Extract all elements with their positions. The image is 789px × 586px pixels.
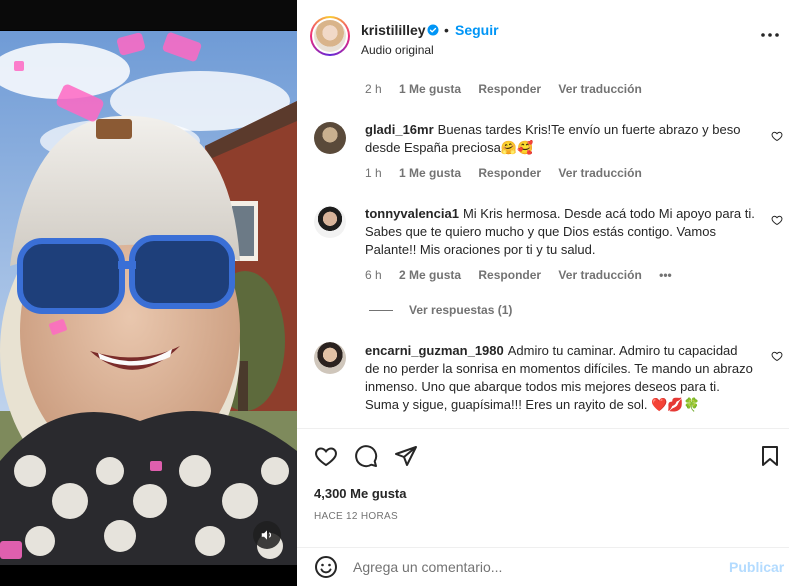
comment-likes[interactable]: 2 Me gusta <box>399 268 461 282</box>
view-replies-label: Ver respuestas (1) <box>409 303 513 317</box>
comment-body: encarni_guzman_1980 Admiro tu caminar. Ad… <box>365 342 755 414</box>
verified-badge-icon <box>427 24 439 36</box>
publish-button[interactable]: Publicar <box>729 559 784 575</box>
post-header: kristililley • Seguir Audio original <box>297 0 789 72</box>
comment-input[interactable] <box>353 556 713 578</box>
translate-button[interactable]: Ver traducción <box>558 82 641 96</box>
comment-like-icon[interactable] <box>771 130 783 142</box>
smiley-icon[interactable] <box>314 555 338 579</box>
comment-meta-row: 2 h 1 Me gusta Responder Ver traducción <box>365 82 656 96</box>
commenter-username[interactable]: tonnyvalencia1 <box>365 206 459 221</box>
replies-divider <box>369 310 393 312</box>
commenter-avatar[interactable] <box>314 206 346 238</box>
comment-likes[interactable]: 1 Me gusta <box>399 82 461 96</box>
add-comment-bar: Publicar <box>297 548 789 586</box>
comment-meta-row: 1 h 1 Me gusta Responder Ver traducción <box>365 166 656 180</box>
speaker-icon <box>261 530 272 540</box>
post-media[interactable] <box>0 0 297 586</box>
reply-button[interactable]: Responder <box>478 268 541 282</box>
post-side-panel: kristililley • Seguir Audio original 2 h… <box>297 0 789 586</box>
comment-bubble-icon[interactable] <box>354 444 378 468</box>
comment-time: 2 h <box>365 82 382 96</box>
commenter-avatar[interactable] <box>314 342 346 374</box>
heart-icon[interactable] <box>314 444 338 468</box>
video-frame[interactable] <box>0 31 297 565</box>
audio-link[interactable]: Audio original <box>361 43 434 57</box>
media-top-bar <box>0 0 297 30</box>
paper-plane-icon[interactable] <box>394 444 418 468</box>
comment-like-icon[interactable] <box>771 350 783 362</box>
mute-toggle-button[interactable] <box>253 521 281 549</box>
bookmark-icon[interactable] <box>758 444 782 468</box>
video-still-image <box>0 31 297 565</box>
commenter-avatar[interactable] <box>314 122 346 154</box>
comment-body: gladi_16mr Buenas tardes Kris!Te envío un… <box>365 121 755 157</box>
comment-body: tonnyvalencia1 Mi Kris hermosa. Desde acá… <box>365 205 755 259</box>
comment-time: 6 h <box>365 268 382 282</box>
comments-list[interactable]: 2 h 1 Me gusta Responder Ver traducción … <box>297 72 789 428</box>
commenter-username[interactable]: encarni_guzman_1980 <box>365 343 504 358</box>
comment-like-icon[interactable] <box>771 214 783 226</box>
more-options-icon[interactable] <box>760 28 780 42</box>
section-divider <box>297 428 789 429</box>
post-actions-bar <box>297 440 789 472</box>
comment-time: 1 h <box>365 166 382 180</box>
reply-button[interactable]: Responder <box>478 166 541 180</box>
author-username[interactable]: kristililley <box>361 22 426 38</box>
follow-button[interactable]: Seguir <box>455 22 499 38</box>
view-replies-button[interactable]: Ver respuestas (1) <box>369 303 512 317</box>
commenter-username[interactable]: gladi_16mr <box>365 122 434 137</box>
translate-button[interactable]: Ver traducción <box>558 268 641 282</box>
translate-button[interactable]: Ver traducción <box>558 166 641 180</box>
comment-likes[interactable]: 1 Me gusta <box>399 166 461 180</box>
separator-dot: • <box>444 22 449 38</box>
post-timestamp: HACE 12 HORAS <box>314 511 398 522</box>
author-avatar[interactable] <box>310 16 350 56</box>
reply-button[interactable]: Responder <box>478 82 541 96</box>
comment-meta-row: 6 h 2 Me gusta Responder Ver traducción … <box>365 268 686 282</box>
comment-more-button[interactable]: ••• <box>659 268 672 282</box>
likes-count[interactable]: 4,300 Me gusta <box>314 486 407 501</box>
